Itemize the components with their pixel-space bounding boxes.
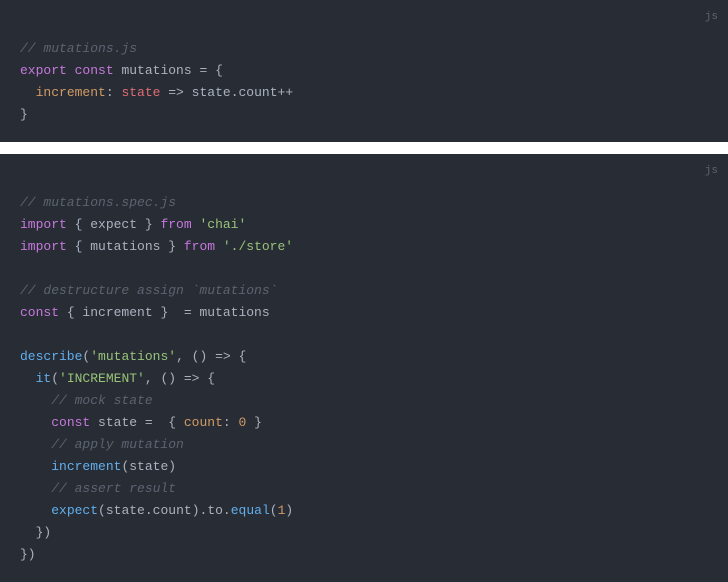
keyword-import: import (20, 217, 67, 232)
fn-equal: equal (231, 503, 270, 518)
comment: // mutations.js (20, 41, 137, 56)
language-label: js (705, 6, 718, 28)
comment: // destructure assign `mutations` (20, 283, 277, 298)
comment: // mock state (51, 393, 152, 408)
string-increment: 'INCREMENT' (59, 371, 145, 386)
fn-expect: expect (51, 503, 98, 518)
string-chai: 'chai' (199, 217, 246, 232)
string-store: './store' (223, 239, 293, 254)
keyword-const: const (20, 305, 59, 320)
comment: // mutations.spec.js (20, 195, 176, 210)
code-block-spec: js// mutations.spec.js import { expect }… (0, 154, 728, 582)
keyword-from: from (160, 217, 191, 232)
keyword-from: from (184, 239, 215, 254)
keyword-import: import (20, 239, 67, 254)
code-block-mutations: js // mutations.js export const mutations… (0, 0, 728, 142)
fn-increment: increment (51, 459, 121, 474)
var-mutations: mutations (121, 63, 191, 78)
fn-it: it (36, 371, 52, 386)
language-label: js (705, 160, 718, 182)
comment: // apply mutation (51, 437, 184, 452)
attr-increment: increment (36, 85, 106, 100)
comment: // assert result (51, 481, 176, 496)
string-mutations: 'mutations' (90, 349, 176, 364)
keyword-const: const (51, 415, 90, 430)
keyword-const: const (75, 63, 114, 78)
attr-count: count (184, 415, 223, 430)
param-state: state (121, 85, 160, 100)
fn-describe: describe (20, 349, 82, 364)
keyword-export: export (20, 63, 67, 78)
